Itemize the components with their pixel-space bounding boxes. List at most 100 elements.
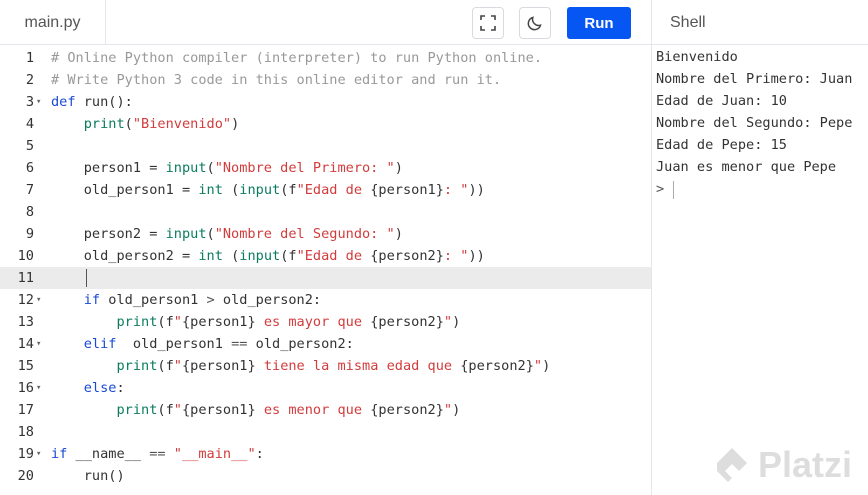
line-number: 3 (25, 94, 34, 110)
code-text: person2 = input("Nombre del Segundo: ") (51, 223, 403, 245)
code-line[interactable]: 20 run() (0, 465, 651, 487)
code-text: def run(): (51, 91, 133, 113)
code-token: {person2} (370, 314, 444, 330)
shell-output[interactable]: > Bienvenido Nombre del Primero: Juan Edad… (652, 46, 868, 495)
shell-output-line: Nombre del Segundo: Pepe (656, 115, 853, 131)
code-line[interactable]: 11 (0, 267, 651, 289)
run-button[interactable]: Run (567, 7, 631, 39)
code-line[interactable]: 17 print(f"{person1} es menor que {perso… (0, 399, 651, 421)
fold-arrow-icon[interactable]: ▾ (36, 333, 41, 355)
code-token: (f (157, 402, 174, 418)
code-token: : (255, 446, 264, 462)
fold-arrow-icon[interactable]: ▾ (36, 377, 41, 399)
fold-arrow-icon[interactable]: ▾ (36, 289, 41, 311)
code-line[interactable]: 9 person2 = input("Nombre del Segundo: "… (0, 223, 651, 245)
code-token: tiene la misma edad que (255, 358, 461, 374)
code-line[interactable]: 10 old_person2 = int (input(f"Edad de {p… (0, 245, 651, 267)
line-number: 16 (17, 380, 34, 396)
code-token: (f (157, 314, 174, 330)
code-line[interactable]: 1 # Online Python compiler (interpreter) … (0, 47, 651, 69)
code-text: run() (51, 465, 125, 487)
moon-icon (527, 16, 542, 31)
code-line[interactable]: 13 print(f"{person1} es mayor que {perso… (0, 311, 651, 333)
code-token: {person1} (181, 358, 256, 374)
code-token: "Bienvenido" (132, 116, 232, 132)
code-token: )) (468, 248, 485, 264)
code-token: print (83, 116, 125, 132)
code-line[interactable]: 16 ▾ else: (0, 377, 651, 399)
expand-icon (480, 15, 496, 31)
code-line[interactable]: 3 ▾ def run(): (0, 91, 651, 113)
watermark-text: Platzi (758, 444, 853, 485)
code-token: "Edad de (296, 182, 371, 198)
code-token: )) (468, 182, 485, 198)
code-token: int (198, 248, 223, 264)
fold-arrow-icon[interactable]: ▾ (36, 443, 41, 465)
code-token: {person1} (370, 182, 444, 198)
line-number: 11 (17, 270, 34, 286)
code-text: print(f"{person1} es menor que {person2}… (51, 399, 460, 421)
line-number: 7 (25, 182, 34, 198)
code-text: old_person1 = int (input(f"Edad de {pers… (51, 179, 485, 201)
code-token: " (173, 358, 182, 374)
code-line[interactable]: 18 (0, 421, 651, 443)
file-tab-label: main.py (24, 13, 81, 31)
code-line[interactable]: 8 (0, 201, 651, 223)
line-number: 17 (17, 402, 34, 418)
code-token: " (173, 314, 182, 330)
code-line[interactable]: 5 (0, 135, 651, 157)
code-token: " (533, 358, 543, 374)
code-text: # Write Python 3 code in this online edi… (51, 69, 501, 91)
code-token: run() (51, 468, 125, 484)
theme-toggle-button[interactable] (519, 7, 551, 39)
code-token: ) (452, 402, 461, 418)
text-cursor (86, 269, 87, 287)
fullscreen-button[interactable] (472, 7, 504, 39)
code-line[interactable]: 19 ▾ if __name__ == "__main__": (0, 443, 651, 465)
code-token: if (51, 446, 68, 462)
code-token: : (116, 380, 125, 396)
shell-title: Shell (670, 13, 706, 31)
code-text: elif old_person1 == old_person2: (51, 333, 354, 355)
line-number: 6 (25, 160, 34, 176)
code-line[interactable]: 6 person1 = input("Nombre del Primero: "… (0, 157, 651, 179)
code-token: old_person2 = (51, 248, 199, 264)
code-line[interactable]: 15 print(f"{person1} tiene la misma edad… (0, 355, 651, 377)
code-token: ( (206, 160, 215, 176)
code-token: person1 = (51, 160, 166, 176)
code-token: "Edad de (296, 248, 371, 264)
code-line[interactable]: 12 ▾ if old_person1 > old_person2: (0, 289, 651, 311)
code-line[interactable]: 14 ▾ elif old_person1 == old_person2: (0, 333, 651, 355)
code-token: run(): (75, 94, 133, 110)
code-token: # Online Python compiler (interpreter) t… (51, 50, 543, 66)
code-line[interactable]: 7 old_person1 = int (input(f"Edad de {pe… (0, 179, 651, 201)
code-token: old_person2: (247, 336, 354, 352)
code-token: {person1} (181, 402, 256, 418)
code-token: ( (206, 226, 215, 242)
shell-cursor (673, 181, 674, 199)
code-token: old_person1 (100, 292, 207, 308)
code-token: old_person2: (214, 292, 322, 308)
file-tab-main-py[interactable]: main.py (0, 0, 106, 45)
code-token: " (443, 402, 453, 418)
code-token: else (83, 380, 117, 396)
code-editor[interactable]: 1 # Online Python compiler (interpreter) … (0, 46, 651, 495)
code-token: int (198, 182, 223, 198)
code-token: old_person1 = (51, 182, 199, 198)
code-token: input (239, 248, 281, 264)
code-line[interactable]: 4 print("Bienvenido") (0, 113, 651, 135)
line-number: 14 (17, 336, 34, 352)
code-text: person1 = input("Nombre del Primero: ") (51, 157, 403, 179)
code-token: "__main__" (173, 446, 256, 462)
fold-arrow-icon[interactable]: ▾ (36, 91, 41, 113)
code-line[interactable]: 2 # Write Python 3 code in this online ed… (0, 69, 651, 91)
code-text: print("Bienvenido") (51, 113, 240, 135)
code-token: > (206, 292, 215, 308)
shell-output-line: Nombre del Primero: Juan (656, 71, 853, 87)
code-token: __name__ (67, 446, 150, 462)
code-token: input (165, 226, 207, 242)
